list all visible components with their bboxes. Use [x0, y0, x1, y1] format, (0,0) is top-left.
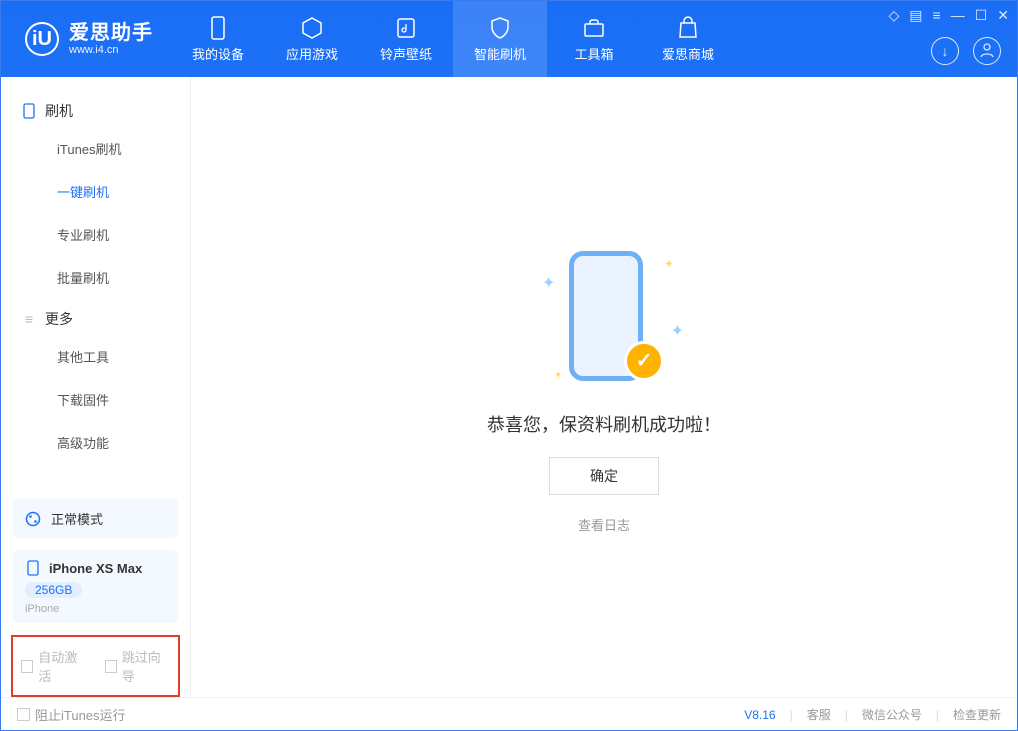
bag-icon — [676, 16, 700, 40]
tab-store[interactable]: 爱思商城 — [641, 1, 735, 77]
sparkle-icon: ✦ — [671, 321, 684, 341]
tab-label: 铃声壁纸 — [380, 44, 432, 63]
check-badge-icon: ✓ — [624, 341, 664, 381]
device-name: iPhone XS Max — [49, 561, 142, 576]
tab-apps[interactable]: 应用游戏 — [265, 1, 359, 77]
sidebar-item-batch-flash[interactable]: 批量刷机 — [1, 256, 190, 299]
group-label: 更多 — [45, 309, 73, 329]
ok-button[interactable]: 确定 — [549, 457, 659, 495]
minimize-button[interactable]: ― — [951, 7, 965, 24]
status-label: 正常模式 — [51, 509, 103, 528]
version-label: V8.16 — [744, 708, 775, 722]
checkbox-label: 自动激活 — [38, 647, 86, 685]
status-bar: 阻止iTunes运行 V8.16 | 客服 | 微信公众号 | 检查更新 — [1, 697, 1017, 731]
toolbox-icon — [582, 16, 606, 40]
app-title: 爱思助手 — [69, 22, 153, 44]
download-button[interactable]: ↓ — [931, 37, 959, 65]
app-subtitle: www.i4.cn — [69, 44, 153, 56]
device-type: iPhone — [25, 603, 166, 615]
device-mode-status[interactable]: 正常模式 — [13, 499, 178, 538]
sidebar-item-pro-flash[interactable]: 专业刷机 — [1, 213, 190, 256]
block-itunes-checkbox[interactable]: 阻止iTunes运行 — [17, 705, 126, 724]
tab-my-device[interactable]: 我的设备 — [171, 1, 265, 77]
connected-device[interactable]: iPhone XS Max 256GB iPhone — [13, 550, 178, 623]
sidebar-item-other-tools[interactable]: 其他工具 — [1, 335, 190, 378]
sidebar-item-advanced[interactable]: 高级功能 — [1, 421, 190, 464]
window-controls: ◇ ▤ ≡ ― ☐ ✕ — [889, 7, 1009, 24]
download-icon: ↓ — [942, 43, 949, 59]
app-header: iU 爱思助手 www.i4.cn 我的设备 应用游戏 铃声壁纸 智能刷机 工具… — [1, 1, 1017, 77]
phone-small-icon — [25, 560, 41, 576]
phone-icon — [206, 16, 230, 40]
main-content: ✦ ✦ ✦ ✦ ✓ 恭喜您，保资料刷机成功啦！ 确定 查看日志 — [191, 77, 1017, 697]
maximize-button[interactable]: ☐ — [975, 7, 988, 24]
cube-icon — [300, 16, 324, 40]
checkbox-label: 阻止iTunes运行 — [35, 705, 126, 724]
checkbox-icon — [17, 708, 30, 721]
success-illustration: ✦ ✦ ✦ ✦ ✓ — [514, 241, 694, 391]
wechat-link[interactable]: 微信公众号 — [862, 706, 922, 723]
checkbox-icon — [21, 660, 33, 673]
user-icon — [979, 42, 995, 61]
flash-options-highlight: 自动激活 跳过向导 — [11, 635, 180, 697]
check-update-link[interactable]: 检查更新 — [953, 706, 1001, 723]
sparkle-icon: ✦ — [554, 370, 562, 381]
close-button[interactable]: ✕ — [997, 7, 1009, 24]
tab-ringtone[interactable]: 铃声壁纸 — [359, 1, 453, 77]
sidebar-item-itunes-flash[interactable]: iTunes刷机 — [1, 127, 190, 170]
tab-label: 我的设备 — [192, 44, 244, 63]
list-icon[interactable]: ▤ — [909, 7, 922, 24]
device-icon — [21, 103, 37, 119]
hamburger-icon: ≡ — [21, 311, 37, 327]
skip-guide-checkbox[interactable]: 跳过向导 — [105, 647, 171, 685]
menu-icon[interactable]: ≡ — [933, 7, 941, 24]
shield-icon — [488, 16, 512, 40]
account-button[interactable] — [973, 37, 1001, 65]
tab-label: 爱思商城 — [662, 44, 714, 63]
sidebar: 刷机 iTunes刷机 一键刷机 专业刷机 批量刷机 ≡ 更多 其他工具 下载固… — [1, 77, 191, 697]
auto-activate-checkbox[interactable]: 自动激活 — [21, 647, 87, 685]
sidebar-group-more: ≡ 更多 — [1, 299, 190, 335]
sidebar-group-flash: 刷机 — [1, 91, 190, 127]
logo-icon: iU — [25, 22, 59, 56]
checkbox-icon — [105, 660, 117, 673]
music-icon — [394, 16, 418, 40]
checkbox-label: 跳过向导 — [122, 647, 170, 685]
tab-label: 智能刷机 — [474, 44, 526, 63]
tab-smart-flash[interactable]: 智能刷机 — [453, 1, 547, 77]
app-logo: iU 爱思助手 www.i4.cn — [1, 22, 171, 56]
main-tabs: 我的设备 应用游戏 铃声壁纸 智能刷机 工具箱 爱思商城 — [171, 1, 735, 77]
sidebar-item-one-key-flash[interactable]: 一键刷机 — [1, 170, 190, 213]
sparkle-icon: ✦ — [664, 257, 674, 271]
sidebar-item-download-firmware[interactable]: 下载固件 — [1, 378, 190, 421]
device-capacity: 256GB — [25, 582, 82, 598]
group-label: 刷机 — [45, 101, 73, 121]
tab-label: 工具箱 — [574, 44, 613, 63]
shirt-icon[interactable]: ◇ — [889, 7, 900, 24]
status-icon — [25, 511, 41, 527]
tab-label: 应用游戏 — [286, 44, 338, 63]
tab-toolbox[interactable]: 工具箱 — [547, 1, 641, 77]
sparkle-icon: ✦ — [542, 273, 555, 293]
view-log-link[interactable]: 查看日志 — [578, 515, 630, 534]
header-actions: ↓ — [931, 37, 1001, 65]
success-message: 恭喜您，保资料刷机成功啦！ — [487, 411, 721, 437]
support-link[interactable]: 客服 — [807, 706, 831, 723]
